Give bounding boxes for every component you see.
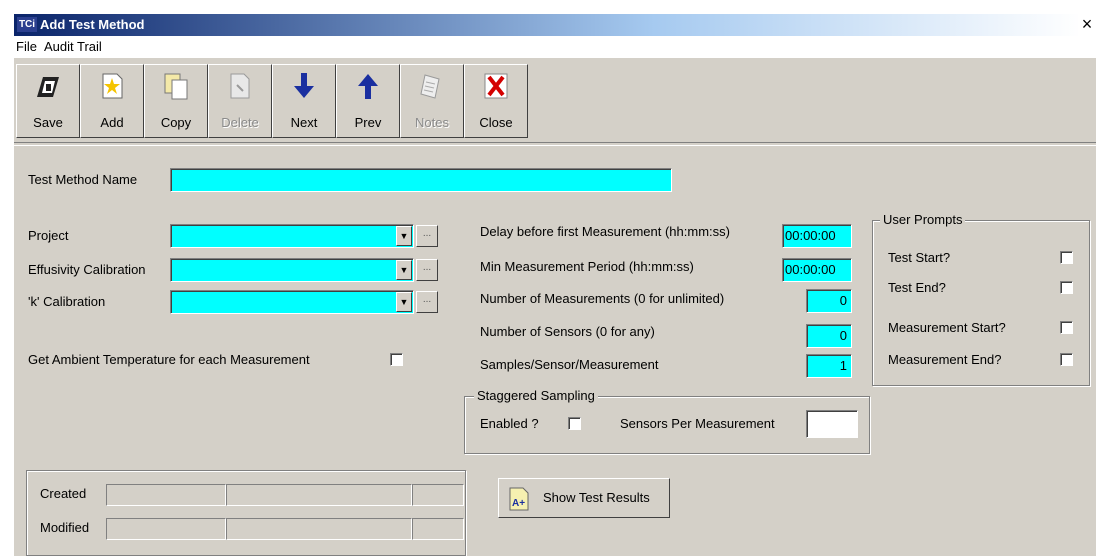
measurement-end-label: Measurement End?: [888, 352, 1002, 367]
menu-file[interactable]: File: [16, 39, 37, 54]
notes-button[interactable]: Notes: [400, 64, 464, 138]
audit-panel: [26, 470, 466, 556]
window: TCi Add Test Method × File Audit Trail S…: [14, 14, 1096, 556]
menu-audit-trail[interactable]: Audit Trail: [44, 39, 102, 54]
test-method-name-input[interactable]: [170, 168, 672, 192]
add-button[interactable]: Add: [80, 64, 144, 138]
min-period-label: Min Measurement Period (hh:mm:ss): [480, 259, 694, 274]
add-label: Add: [100, 115, 124, 130]
delete-icon: [230, 73, 250, 99]
window-title: Add Test Method: [40, 17, 145, 32]
delay-input[interactable]: 00:00:00: [782, 224, 852, 248]
test-end-label: Test End?: [888, 280, 946, 295]
prev-button[interactable]: Prev: [336, 64, 400, 138]
created-extra-field: [412, 484, 464, 506]
project-label: Project: [28, 228, 69, 243]
measurement-start-checkbox[interactable]: [1060, 321, 1073, 334]
next-button[interactable]: Next: [272, 64, 336, 138]
effusivity-calibration-select[interactable]: [170, 258, 414, 282]
save-label: Save: [33, 115, 63, 130]
next-arrow-icon: [294, 73, 314, 98]
measurement-start-label: Measurement Start?: [888, 320, 1006, 335]
test-end-checkbox[interactable]: [1060, 281, 1073, 294]
staggered-sampling-title: Staggered Sampling: [474, 388, 598, 403]
notes-label: Notes: [415, 115, 449, 130]
modified-by-field: [106, 518, 226, 540]
effusivity-calibration-label: Effusivity Calibration: [28, 262, 146, 277]
title-bar[interactable]: TCi Add Test Method: [14, 14, 1082, 36]
copy-label: Copy: [160, 115, 192, 130]
window-close-icon[interactable]: ×: [1078, 14, 1096, 36]
sensors-per-measurement-label: Sensors Per Measurement: [620, 416, 775, 431]
menu-bar: File Audit Trail: [14, 36, 1096, 58]
num-sensors-input[interactable]: 0: [806, 324, 852, 348]
prev-label: Prev: [354, 115, 382, 130]
ambient-temperature-label: Get Ambient Temperature for each Measure…: [28, 352, 310, 367]
delete-label: Delete: [221, 115, 259, 130]
save-icon: [37, 77, 59, 97]
created-by-field: [106, 484, 226, 506]
test-method-name-label: Test Method Name: [28, 172, 138, 187]
delay-label: Delay before first Measurement (hh:mm:ss…: [480, 224, 730, 239]
num-sensors-label: Number of Sensors (0 for any): [480, 324, 655, 339]
staggered-enabled-label: Enabled ?: [480, 416, 539, 431]
user-prompts-title: User Prompts: [880, 212, 966, 227]
next-label: Next: [290, 115, 318, 130]
measurement-end-checkbox[interactable]: [1060, 353, 1073, 366]
project-dropdown-icon[interactable]: ▼: [396, 226, 412, 246]
close-icon: [484, 73, 508, 99]
close-label: Close: [479, 115, 513, 130]
k-calibration-select[interactable]: [170, 290, 414, 314]
num-measurements-label: Number of Measurements (0 for unlimited): [480, 291, 725, 306]
test-start-label: Test Start?: [888, 250, 951, 265]
save-button[interactable]: Save: [16, 64, 80, 138]
prev-arrow-icon: [358, 74, 378, 99]
toolbar-divider: [14, 142, 1096, 146]
created-label: Created: [40, 486, 87, 501]
modified-extra-field: [412, 518, 464, 540]
notes-icon: [420, 74, 440, 99]
copy-button[interactable]: Copy: [144, 64, 208, 138]
samples-input[interactable]: 1: [806, 354, 852, 378]
min-period-input[interactable]: 00:00:00: [782, 258, 852, 282]
k-calibration-browse-button[interactable]: ...: [416, 291, 438, 313]
svg-text:A+: A+: [512, 498, 525, 509]
copy-icon: [164, 73, 188, 100]
created-date-field: [226, 484, 412, 506]
modified-label: Modified: [40, 520, 90, 535]
sensors-per-measurement-input[interactable]: [806, 410, 858, 438]
project-browse-button[interactable]: ...: [416, 225, 438, 247]
delete-button[interactable]: Delete: [208, 64, 272, 138]
effusivity-dropdown-icon[interactable]: ▼: [396, 260, 412, 280]
project-select[interactable]: [170, 224, 414, 248]
k-calibration-label: 'k' Calibration: [28, 294, 106, 309]
add-icon: [102, 73, 123, 99]
a-plus-icon: A+: [509, 487, 529, 511]
effusivity-browse-button[interactable]: ...: [416, 259, 438, 281]
staggered-enabled-checkbox[interactable]: [568, 417, 581, 430]
k-calibration-dropdown-icon[interactable]: ▼: [396, 292, 412, 312]
modified-date-field: [226, 518, 412, 540]
app-logo-icon: TCi: [17, 17, 37, 32]
num-measurements-input[interactable]: 0: [806, 289, 852, 313]
test-start-checkbox[interactable]: [1060, 251, 1073, 264]
ambient-temperature-checkbox[interactable]: [390, 353, 403, 366]
show-test-results-label: Show Test Results: [543, 490, 650, 505]
close-button[interactable]: Close: [464, 64, 528, 138]
samples-label: Samples/Sensor/Measurement: [480, 357, 659, 372]
show-test-results-button[interactable]: A+ Show Test Results: [498, 478, 670, 518]
